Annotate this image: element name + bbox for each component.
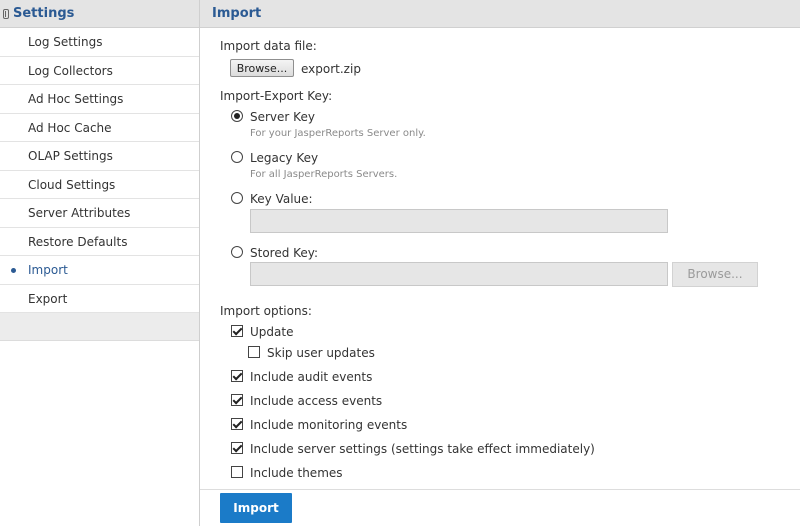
sidebar-footer [0, 313, 199, 341]
settings-nav: Log Settings Log Collectors Ad Hoc Setti… [0, 28, 199, 313]
sidebar-item-ad-hoc-cache[interactable]: Ad Hoc Cache [0, 114, 199, 142]
sidebar-item-label: Ad Hoc Settings [28, 92, 124, 106]
footer-divider [200, 489, 800, 490]
sidebar-header[interactable]: Settings [0, 0, 199, 28]
sidebar-item-ad-hoc-settings[interactable]: Ad Hoc Settings [0, 85, 199, 114]
server-settings-label[interactable]: Include server settings (settings take e… [250, 442, 595, 456]
sidebar-item-label: Export [28, 291, 68, 306]
legacy-key-hint: For all JasperReports Servers. [250, 169, 398, 180]
collapse-icon[interactable] [3, 8, 9, 19]
browse-file-button[interactable]: Browse... [230, 59, 294, 77]
sidebar-item-restore-defaults[interactable]: Restore Defaults [0, 228, 199, 256]
import-panel: Import Import data file: Browse... expor… [200, 0, 800, 526]
settings-sidebar: Settings Log Settings Log Collectors Ad … [0, 0, 200, 526]
sidebar-item-label: Ad Hoc Cache [28, 120, 112, 135]
stored-key-browse-button[interactable]: Browse... [672, 262, 758, 287]
legacy-key-label[interactable]: Legacy Key [250, 151, 318, 165]
monitoring-events-label[interactable]: Include monitoring events [250, 418, 407, 432]
selected-file-name: export.zip [301, 62, 361, 76]
sidebar-item-olap-settings[interactable]: OLAP Settings [0, 142, 199, 171]
sidebar-item-label: Log Settings [28, 35, 103, 49]
sidebar-item-cloud-settings[interactable]: Cloud Settings [0, 171, 199, 199]
skip-user-updates-checkbox[interactable] [248, 346, 260, 358]
sidebar-item-log-collectors[interactable]: Log Collectors [0, 57, 199, 85]
sidebar-item-label: Server Attributes [28, 206, 131, 220]
sidebar-item-label: Restore Defaults [28, 234, 128, 249]
options-section-label: Import options: [220, 304, 312, 318]
server-settings-checkbox[interactable] [231, 442, 243, 454]
stored-key-radio[interactable] [231, 246, 243, 258]
sidebar-item-label: OLAP Settings [28, 149, 113, 163]
themes-label[interactable]: Include themes [250, 466, 343, 480]
panel-header: Import [200, 0, 800, 28]
monitoring-events-checkbox[interactable] [231, 418, 243, 430]
import-file-label: Import data file: [220, 39, 317, 53]
server-key-label[interactable]: Server Key [250, 110, 315, 124]
server-key-hint: For your JasperReports Server only. [250, 128, 426, 139]
sidebar-item-label: Cloud Settings [28, 177, 116, 192]
themes-checkbox[interactable] [231, 466, 243, 478]
import-button[interactable]: Import [220, 493, 292, 523]
stored-key-label[interactable]: Stored Key: [250, 246, 318, 260]
access-events-label[interactable]: Include access events [250, 394, 382, 408]
update-checkbox[interactable] [231, 325, 243, 337]
skip-user-updates-label[interactable]: Skip user updates [267, 346, 375, 360]
sidebar-item-import[interactable]: Import [0, 256, 199, 285]
audit-events-checkbox[interactable] [231, 370, 243, 382]
key-value-label[interactable]: Key Value: [250, 192, 313, 206]
page-title: Import [212, 6, 262, 21]
sidebar-title: Settings [13, 6, 75, 21]
sidebar-item-label: Import [28, 263, 68, 277]
server-key-radio[interactable] [231, 110, 243, 122]
key-value-radio[interactable] [231, 192, 243, 204]
sidebar-item-label: Log Collectors [28, 63, 113, 78]
sidebar-item-export[interactable]: Export [0, 285, 199, 313]
legacy-key-radio[interactable] [231, 151, 243, 163]
sidebar-item-log-settings[interactable]: Log Settings [0, 28, 199, 57]
audit-events-label[interactable]: Include audit events [250, 370, 372, 384]
update-label[interactable]: Update [250, 325, 293, 339]
stored-key-input[interactable] [250, 262, 668, 286]
access-events-checkbox[interactable] [231, 394, 243, 406]
sidebar-item-server-attributes[interactable]: Server Attributes [0, 199, 199, 228]
key-section-label: Import-Export Key: [220, 89, 333, 103]
key-value-input[interactable] [250, 209, 668, 233]
active-indicator-icon [11, 268, 16, 273]
